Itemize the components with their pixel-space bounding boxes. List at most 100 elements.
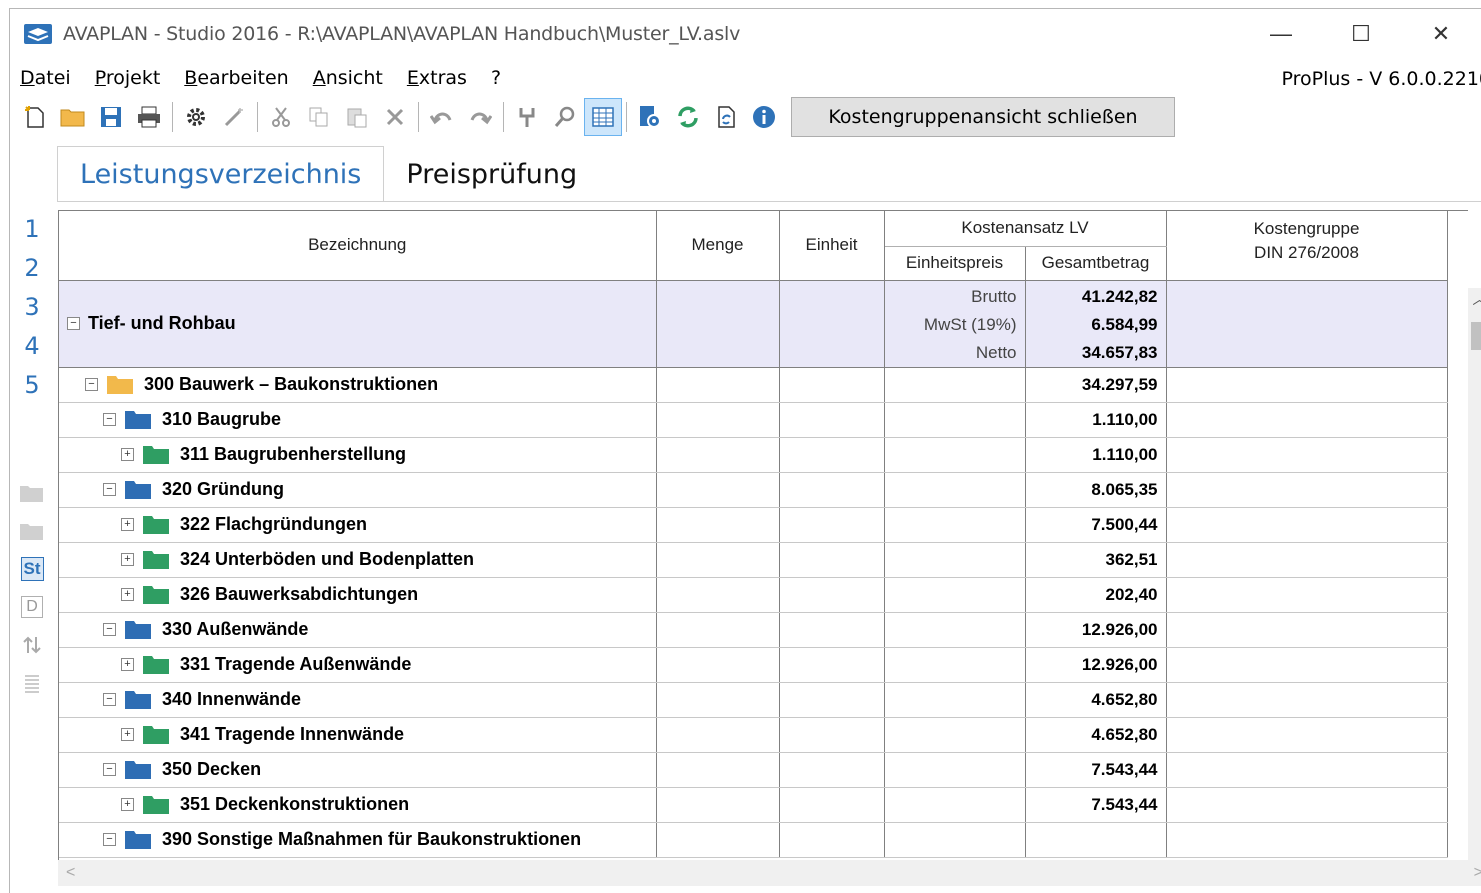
summary-row[interactable]: − Tief- und Rohbau Brutto MwSt (19%) Nett… bbox=[59, 280, 1448, 368]
expand-toggle-icon[interactable]: + bbox=[121, 798, 134, 811]
filter-fork-icon[interactable] bbox=[508, 98, 546, 136]
outline-level-5[interactable]: 5 bbox=[10, 365, 54, 404]
table-view-icon[interactable] bbox=[584, 98, 622, 136]
header-kostenansatz[interactable]: Kostenansatz LV bbox=[884, 211, 1167, 247]
row-title: 330 Außenwände bbox=[162, 619, 309, 639]
menu-datei[interactable]: Datei bbox=[10, 67, 83, 89]
table-row[interactable]: − 310 Baugrube 1.110,00 bbox=[59, 402, 1448, 438]
redo-icon[interactable] bbox=[461, 98, 499, 136]
collapse-toggle-icon[interactable]: − bbox=[103, 763, 116, 776]
info-icon[interactable] bbox=[745, 98, 783, 136]
table-row[interactable]: +351 Deckenkonstruktionen 7.543,44 bbox=[59, 787, 1448, 823]
table-row[interactable]: − 330 Außenwände 12.926,00 bbox=[59, 612, 1448, 648]
row-einheitspreis-cell bbox=[884, 437, 1026, 473]
minimize-button[interactable]: — bbox=[1241, 9, 1321, 59]
header-einheitspreis[interactable]: Einheitspreis bbox=[884, 246, 1026, 281]
wand-icon[interactable] bbox=[215, 98, 253, 136]
header-bezeichnung[interactable]: Bezeichnung bbox=[59, 211, 657, 281]
row-menge-cell bbox=[656, 612, 780, 648]
collapse-toggle-icon[interactable]: − bbox=[85, 378, 98, 391]
expand-toggle-icon[interactable]: + bbox=[121, 448, 134, 461]
refresh-icon[interactable] bbox=[669, 98, 707, 136]
tab-leistungsverzeichnis[interactable]: Leistungsverzeichnis bbox=[57, 146, 385, 202]
detail-view-toggle[interactable]: D bbox=[14, 588, 50, 626]
maximize-button[interactable]: ☐ bbox=[1321, 9, 1401, 59]
table-row[interactable]: +341 Tragende Innenwände 4.652,80 bbox=[59, 717, 1448, 753]
vertical-scrollbar[interactable]: ︿ bbox=[1468, 288, 1481, 860]
outline-level-3[interactable]: 3 bbox=[10, 287, 54, 326]
table-row[interactable]: − 390 Sonstige Maßnahmen für Baukonstrukt… bbox=[59, 822, 1448, 858]
close-cost-group-view-button[interactable]: Kostengruppenansicht schließen bbox=[791, 97, 1175, 137]
table-row[interactable]: +326 Bauwerksabdichtungen 202,40 bbox=[59, 577, 1448, 613]
open-folder-icon[interactable] bbox=[54, 98, 92, 136]
brutto-value: 41.242,82 bbox=[1081, 286, 1158, 306]
menu-projekt[interactable]: Projekt bbox=[83, 67, 173, 89]
table-row[interactable]: +322 Flachgründungen 7.500,44 bbox=[59, 507, 1448, 543]
search-icon[interactable] bbox=[546, 98, 584, 136]
expand-toggle-icon[interactable]: + bbox=[121, 553, 134, 566]
outline-level-1[interactable]: 1 bbox=[10, 209, 54, 248]
copy-icon[interactable] bbox=[300, 98, 338, 136]
text-lines-icon[interactable] bbox=[14, 664, 50, 702]
scroll-up-icon[interactable]: ︿ bbox=[1468, 288, 1481, 310]
tab-preispruefung[interactable]: Preisprüfung bbox=[384, 146, 599, 202]
expand-toggle-icon[interactable]: + bbox=[121, 728, 134, 741]
menu-ansicht[interactable]: Ansicht bbox=[301, 67, 395, 89]
document-settings-icon[interactable] bbox=[631, 98, 669, 136]
table-row[interactable]: +324 Unterböden und Bodenplatten 362,51 bbox=[59, 542, 1448, 578]
header-gesamtbetrag[interactable]: Gesamtbetrag bbox=[1025, 246, 1167, 281]
table-row[interactable]: +311 Baugrubenherstellung 1.110,00 bbox=[59, 437, 1448, 473]
delete-icon[interactable] bbox=[376, 98, 414, 136]
print-icon[interactable] bbox=[130, 98, 168, 136]
horizontal-scrollbar[interactable]: < > bbox=[58, 860, 1481, 886]
settings-gear-icon[interactable] bbox=[177, 98, 215, 136]
undo-icon[interactable] bbox=[423, 98, 461, 136]
row-einheit-cell bbox=[779, 437, 885, 473]
header-menge[interactable]: Menge bbox=[656, 211, 780, 281]
folder-icon bbox=[142, 585, 170, 605]
row-einheit-cell bbox=[779, 752, 885, 788]
collapse-toggle-icon[interactable]: − bbox=[103, 483, 116, 496]
row-label: +341 Tragende Innenwände bbox=[67, 724, 648, 745]
new-document-icon[interactable] bbox=[16, 98, 54, 136]
menu-help[interactable]: ? bbox=[479, 67, 513, 89]
scroll-thumb[interactable] bbox=[1471, 322, 1481, 350]
outline-level-2[interactable]: 2 bbox=[10, 248, 54, 287]
paste-icon[interactable] bbox=[338, 98, 376, 136]
row-title: 324 Unterböden und Bodenplatten bbox=[180, 549, 475, 569]
document-sync-icon[interactable] bbox=[707, 98, 745, 136]
table-row[interactable]: − 320 Gründung 8.065,35 bbox=[59, 472, 1448, 508]
menu-datei-accel: D bbox=[20, 67, 35, 89]
menu-bearbeiten[interactable]: Bearbeiten bbox=[172, 67, 300, 89]
sort-arrows-icon[interactable] bbox=[14, 626, 50, 664]
table-row[interactable]: − 350 Decken 7.543,44 bbox=[59, 752, 1448, 788]
outline-level-4[interactable]: 4 bbox=[10, 326, 54, 365]
table-row[interactable]: − 340 Innenwände 4.652,80 bbox=[59, 682, 1448, 718]
row-label-cell: − 300 Bauwerk – Baukonstruktionen bbox=[59, 367, 657, 403]
collapse-toggle-icon[interactable]: − bbox=[103, 693, 116, 706]
scroll-right-icon[interactable]: > bbox=[1474, 864, 1481, 882]
close-button[interactable]: ✕ bbox=[1401, 9, 1481, 59]
collapse-toggle-icon[interactable]: − bbox=[67, 317, 80, 330]
expand-toggle-icon[interactable]: + bbox=[121, 588, 134, 601]
row-label-cell: +351 Deckenkonstruktionen bbox=[59, 787, 657, 823]
standard-view-toggle[interactable]: St bbox=[14, 550, 50, 588]
table-row[interactable]: − 300 Bauwerk – Baukonstruktionen 34.297,5… bbox=[59, 367, 1448, 403]
menu-extras[interactable]: Extras bbox=[395, 67, 479, 89]
expand-toggle-icon[interactable]: + bbox=[121, 518, 134, 531]
collapse-toggle-icon[interactable]: − bbox=[103, 623, 116, 636]
save-icon[interactable] bbox=[92, 98, 130, 136]
header-einheit[interactable]: Einheit bbox=[779, 211, 885, 281]
scroll-left-icon[interactable]: < bbox=[66, 864, 75, 882]
collapse-toggle-icon[interactable]: − bbox=[103, 413, 116, 426]
expand-toggle-icon[interactable]: + bbox=[121, 658, 134, 671]
title-bar[interactable]: AVAPLAN - Studio 2016 - R:\AVAPLAN\AVAPL… bbox=[10, 9, 1481, 59]
folder-collapse-icon[interactable] bbox=[14, 474, 50, 512]
table-row[interactable]: +331 Tragende Außenwände 12.926,00 bbox=[59, 647, 1448, 683]
cut-icon[interactable] bbox=[262, 98, 300, 136]
collapse-toggle-icon[interactable]: − bbox=[103, 833, 116, 846]
folder-expand-icon[interactable] bbox=[14, 512, 50, 550]
header-kostengruppe[interactable]: Kostengruppe DIN 276/2008 bbox=[1166, 211, 1448, 281]
mwst-value: 6.584,99 bbox=[1091, 314, 1158, 334]
row-einheit-cell bbox=[779, 787, 885, 823]
